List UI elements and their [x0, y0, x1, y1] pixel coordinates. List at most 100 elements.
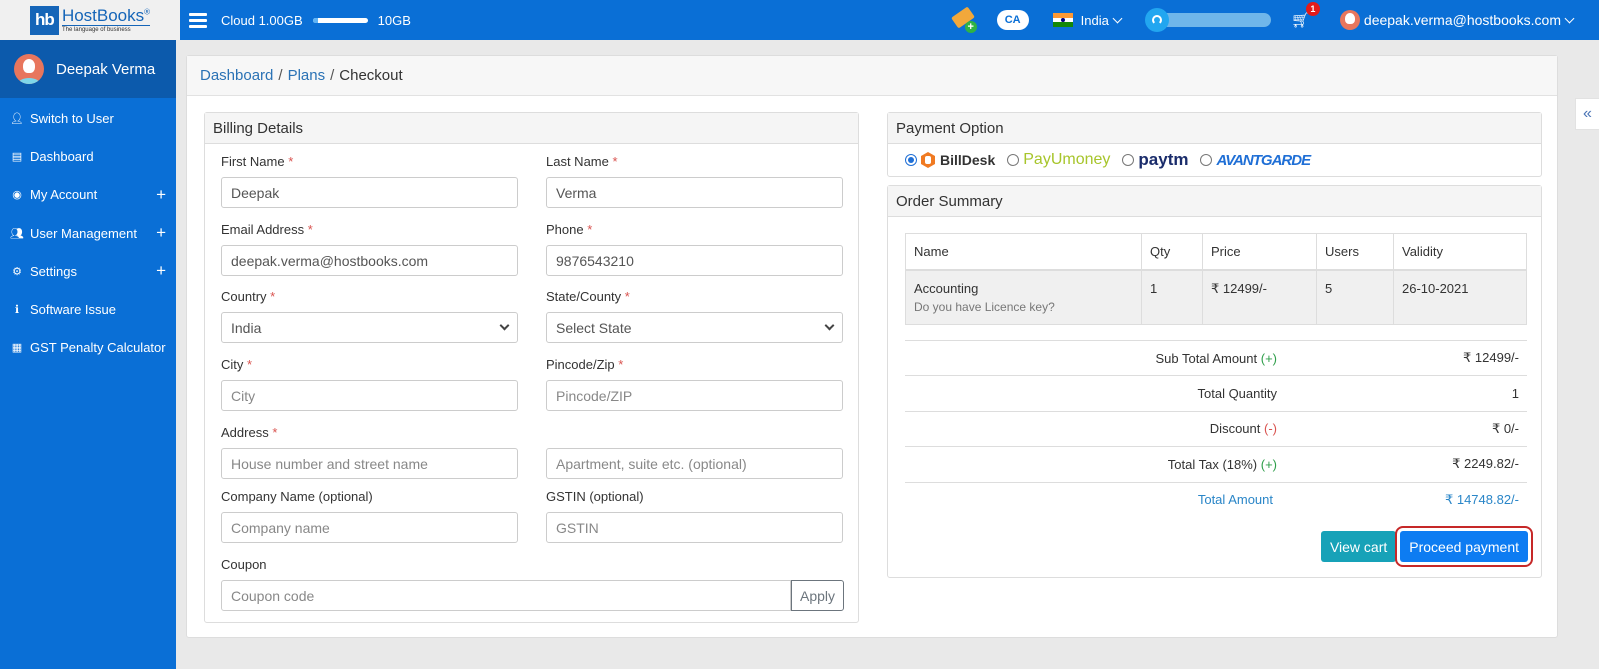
user-email: deepak.verma@hostbooks.com — [1363, 12, 1561, 28]
logo-tagline: The language of business — [61, 27, 131, 33]
discount-label: Discount — [1209, 421, 1261, 437]
first-name-input[interactable]: Deepak — [221, 177, 518, 208]
sidebar-user[interactable]: Deepak Verma — [0, 40, 176, 98]
country-selector[interactable]: India — [1052, 13, 1123, 28]
licence-key-link[interactable]: Do you have Licence key? — [914, 300, 1133, 314]
total-row: Total Amount ₹ 14748.82/- — [905, 481, 1527, 517]
coupon-label: Coupon — [221, 557, 267, 572]
calculator-icon: ▦ — [11, 342, 23, 355]
sidebar-item-user-management[interactable]: 👥︎ User Management + — [0, 214, 176, 252]
minus-sign: (-) — [1264, 421, 1277, 437]
quantity-value: 1 — [1511, 386, 1519, 402]
phone-label: Phone * — [546, 222, 593, 237]
payment-option-avantgarde[interactable]: AVANTGARDE — [1200, 151, 1311, 169]
sidebar-item-software-issue[interactable]: ℹ Software Issue — [0, 290, 176, 328]
collapse-panel-icon[interactable]: « — [1575, 98, 1599, 130]
storage-progress-bar — [312, 17, 368, 23]
order-summary-title: Order Summary — [888, 186, 1541, 217]
city-input[interactable]: City — [221, 380, 518, 411]
company-label: Company Name (optional) — [221, 489, 373, 504]
cell-price: ₹ 12499/- — [1202, 269, 1317, 325]
email-input[interactable]: deepak.verma@hostbooks.com — [221, 245, 518, 276]
checkout-content: Dashboard / Plans / Checkout Billing Det… — [186, 55, 1558, 638]
view-cart-button[interactable]: View cart — [1320, 531, 1397, 562]
sidebar-item-gst-penalty-calculator[interactable]: ▦ GST Penalty Calculator — [0, 329, 176, 367]
gstin-input[interactable]: GSTIN — [546, 512, 843, 543]
breadcrumb-separator: / — [330, 67, 335, 84]
user-icon: 👤︎ — [10, 112, 24, 125]
india-flag-icon — [1052, 13, 1073, 28]
support-widget[interactable] — [1144, 8, 1271, 32]
ca-icon[interactable]: CA — [996, 10, 1029, 30]
sidebar-item-switch-to-user[interactable]: 👤︎ Switch to User — [0, 99, 176, 137]
radio-avantgarde[interactable] — [1200, 154, 1213, 166]
breadcrumb-current: Checkout — [339, 67, 403, 84]
hostbooks-logo[interactable]: hb HostBooks® The language of business — [0, 0, 180, 40]
breadcrumb: Dashboard / Plans / Checkout — [187, 56, 1557, 96]
radio-paytm[interactable] — [1122, 154, 1135, 166]
apply-coupon-button[interactable]: Apply — [791, 580, 844, 611]
sidebar-item-label: User Management — [30, 225, 137, 241]
payment-option-paytm[interactable]: paytm — [1122, 150, 1188, 170]
sidebar: Deepak Verma 👤︎ Switch to User ▤ Dashboa… — [0, 40, 176, 669]
city-label: City * — [221, 357, 253, 372]
breadcrumb-plans-link[interactable]: Plans — [288, 67, 326, 84]
cell-users: 5 — [1316, 269, 1394, 325]
discount-row: Discount (-) ₹ 0/- — [905, 410, 1527, 446]
expand-plus-icon[interactable]: + — [156, 261, 166, 281]
last-name-label: Last Name * — [546, 154, 618, 169]
billdesk-logo: BillDesk — [921, 152, 995, 168]
payment-option-billdesk[interactable]: BillDesk — [905, 152, 995, 168]
company-input[interactable]: Company name — [221, 512, 518, 543]
radio-billdesk[interactable] — [905, 154, 917, 166]
col-qty: Qty — [1141, 233, 1203, 271]
cart-icon: 🛒︎ — [1290, 12, 1310, 29]
gear-icon: ⚙ — [12, 265, 22, 278]
chevron-down-icon — [824, 320, 835, 331]
expand-plus-icon[interactable]: + — [156, 223, 166, 243]
avatar — [14, 54, 44, 84]
quantity-label: Total Quantity — [1197, 386, 1278, 402]
breadcrumb-separator: / — [278, 67, 283, 84]
sidebar-item-dashboard[interactable]: ▤ Dashboard — [0, 137, 176, 175]
state-label: State/County * — [546, 289, 630, 304]
discount-value: ₹ 0/- — [1491, 420, 1519, 436]
state-select[interactable]: Select State — [546, 312, 843, 343]
gstin-label: GSTIN (optional) — [546, 489, 644, 504]
tax-label: Total Tax (18%) — [1167, 456, 1258, 472]
account-icon: ◉ — [12, 189, 22, 202]
address-line1-input[interactable]: House number and street name — [221, 448, 518, 479]
dashboard-icon: ▤ — [11, 150, 23, 163]
col-validity: Validity — [1393, 233, 1527, 271]
subtotal-value: ₹ 12499/- — [1463, 350, 1519, 366]
cell-name: Accounting Do you have Licence key? — [905, 269, 1142, 325]
support-bar — [1158, 13, 1271, 27]
sidebar-item-settings[interactable]: ⚙ Settings + — [0, 252, 176, 290]
user-menu[interactable]: deepak.verma@hostbooks.com — [1339, 10, 1575, 30]
radio-payumoney[interactable] — [1007, 154, 1020, 166]
breadcrumb-dashboard-link[interactable]: Dashboard — [200, 67, 273, 84]
proceed-payment-button[interactable]: Proceed payment — [1395, 526, 1533, 567]
table-header-row: Name Qty Price Users Validity — [905, 233, 1527, 271]
tax-row: Total Tax (18%) (+) ₹ 2249.82/- — [905, 446, 1527, 481]
last-name-input[interactable]: Verma — [546, 177, 843, 208]
coupon-input[interactable]: Coupon code — [221, 580, 791, 611]
address-line2-input[interactable]: Apartment, suite etc. (optional) — [546, 448, 843, 479]
sidebar-item-label: Switch to User — [30, 110, 114, 126]
subtotal-row: Sub Total Amount (+) ₹ 12499/- — [905, 340, 1527, 375]
logo-name: HostBooks® — [61, 6, 151, 26]
menu-toggle-icon[interactable] — [189, 12, 207, 28]
phone-input[interactable]: 9876543210 — [546, 245, 843, 276]
pincode-input[interactable]: Pincode/ZIP — [546, 380, 843, 411]
cell-qty: 1 — [1141, 269, 1203, 325]
cart-count-badge: 1 — [1305, 2, 1320, 16]
sidebar-item-my-account[interactable]: ◉ My Account + — [0, 176, 176, 214]
address-label: Address * — [221, 425, 278, 440]
sidebar-item-label: My Account — [30, 187, 98, 203]
avantgarde-logo: AVANTGARDE — [1216, 151, 1311, 169]
country-select[interactable]: India — [221, 312, 518, 343]
cart-button[interactable]: 🛒︎ 1 — [1290, 2, 1320, 29]
expand-plus-icon[interactable]: + — [156, 185, 166, 205]
payment-option-payumoney[interactable]: PayUmoney — [1007, 151, 1110, 169]
add-ticket-icon[interactable]: + — [950, 6, 977, 33]
